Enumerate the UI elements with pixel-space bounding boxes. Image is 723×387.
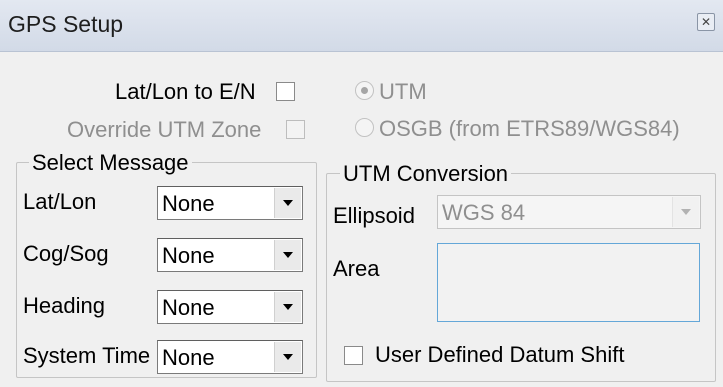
latlon-to-en-label: Lat/Lon to E/N (115, 79, 256, 104)
ellipsoid-value: WGS 84 (442, 200, 526, 225)
utm-radio[interactable] (355, 81, 374, 100)
cogsog-message-value: None (162, 243, 215, 268)
area-label: Area (333, 256, 380, 281)
cogsog-message-select[interactable]: None (157, 238, 303, 272)
latlon-message-label: Lat/Lon (23, 189, 97, 214)
ellipsoid-label: Ellipsoid (333, 203, 415, 228)
chevron-down-icon[interactable] (274, 342, 301, 372)
latlon-message-select[interactable]: None (157, 186, 303, 220)
heading-message-value: None (162, 295, 215, 320)
latlon-message-value: None (162, 191, 215, 216)
override-utm-zone-checkbox[interactable] (286, 120, 305, 139)
chevron-down-icon[interactable] (274, 240, 301, 270)
utm-conversion-title: UTM Conversion (340, 161, 512, 187)
select-message-title: Select Message (29, 150, 192, 176)
close-icon[interactable]: ✕ (697, 13, 715, 31)
chevron-down-icon[interactable] (274, 292, 301, 322)
override-utm-zone-label: Override UTM Zone (67, 117, 262, 142)
heading-message-select[interactable]: None (157, 290, 303, 324)
osgb-radio-label: OSGB (from ETRS89/WGS84) (379, 116, 680, 141)
window-title: GPS Setup (8, 11, 124, 37)
cogsog-message-label: Cog/Sog (23, 241, 109, 266)
chevron-down-icon[interactable] (672, 197, 699, 227)
osgb-radio[interactable] (355, 118, 374, 137)
latlon-to-en-checkbox[interactable] (276, 82, 295, 101)
system-time-message-value: None (162, 345, 215, 370)
user-defined-datum-shift-checkbox[interactable] (344, 346, 363, 365)
ellipsoid-select[interactable]: WGS 84 (437, 195, 701, 229)
area-field[interactable] (437, 243, 700, 322)
chevron-down-icon[interactable] (274, 188, 301, 218)
utm-radio-label: UTM (379, 79, 427, 104)
title-bar: GPS Setup ✕ (0, 0, 723, 52)
heading-message-label: Heading (23, 293, 105, 318)
system-time-message-label: System Time (23, 343, 151, 368)
user-defined-datum-shift-label: User Defined Datum Shift (375, 342, 625, 367)
system-time-message-select[interactable]: None (157, 340, 303, 374)
